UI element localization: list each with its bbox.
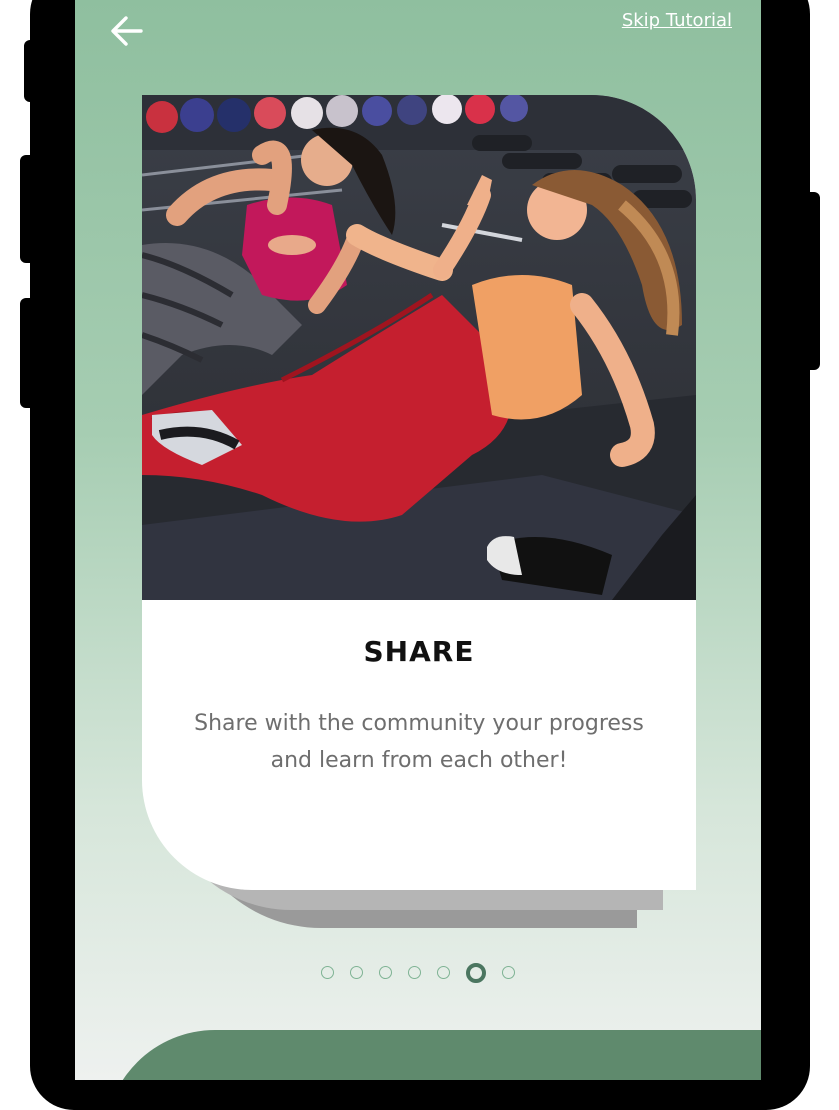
arrow-left-icon [111,16,143,46]
back-button[interactable] [107,12,147,50]
pagination-dots [75,963,761,983]
tutorial-screen: Skip Tutorial SHARE Share with the commu… [75,0,761,1080]
tutorial-card: SHARE Share with the community your prog… [142,95,696,890]
card-description: Share with the community your progress a… [194,711,644,773]
card-title: SHARE [363,635,475,668]
pagination-dot[interactable] [502,966,515,979]
pagination-dot[interactable] [437,966,450,979]
skip-tutorial-link[interactable]: Skip Tutorial [622,10,732,31]
pagination-dot[interactable] [350,966,363,979]
pagination-dot[interactable] [321,966,334,979]
bottom-action-panel [105,1030,761,1080]
workout-photo [142,95,696,600]
pagination-dot-active[interactable] [466,963,486,983]
pagination-dot[interactable] [379,966,392,979]
pagination-dot[interactable] [408,966,421,979]
